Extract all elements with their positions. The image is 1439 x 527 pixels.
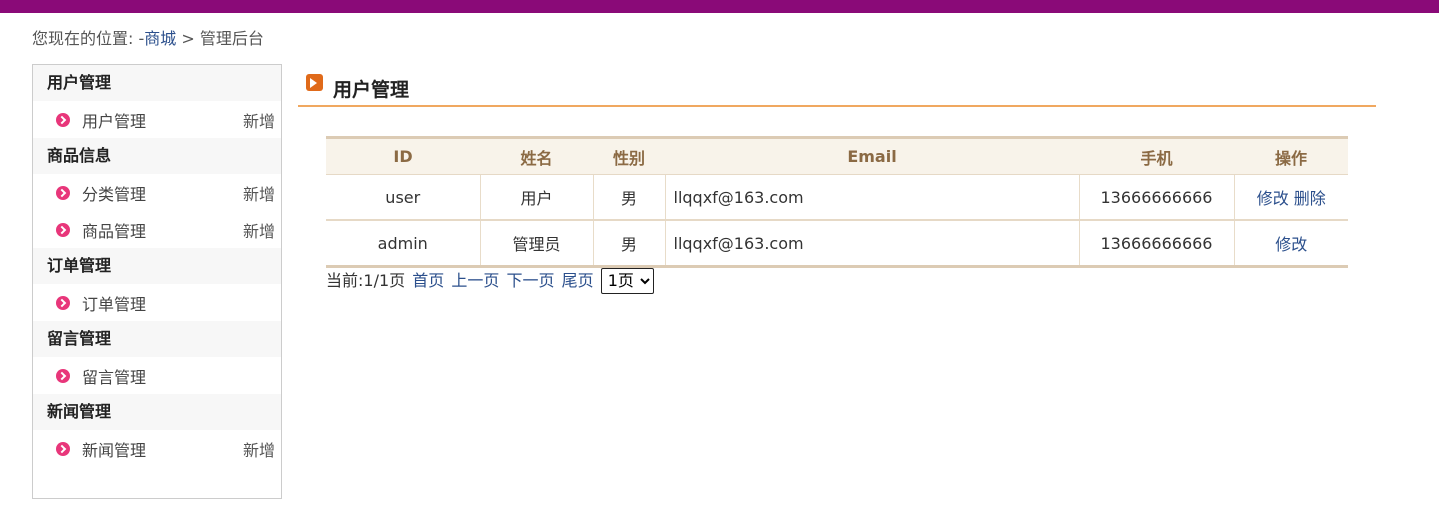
sidebar-group-title: 留言管理 bbox=[33, 321, 281, 357]
column-header-actions: 操作 bbox=[1234, 137, 1348, 175]
cell-name: 用户 bbox=[479, 174, 593, 221]
sidebar: 用户管理 用户管理 新增 商品信息 分类管理 新增 商品管理 新增 订单管理 订… bbox=[32, 64, 282, 499]
page-title: 用户管理 bbox=[333, 79, 410, 101]
add-user-link[interactable]: 新增 bbox=[243, 101, 275, 142]
column-header-phone: 手机 bbox=[1079, 137, 1234, 175]
breadcrumb-current: 管理后台 bbox=[199, 29, 264, 48]
breadcrumb: 您现在的位置: -商城 > 管理后台 bbox=[32, 25, 264, 49]
sidebar-item-label[interactable]: 新闻管理 bbox=[82, 441, 146, 460]
sidebar-group-title: 订单管理 bbox=[33, 248, 281, 284]
sidebar-item-label[interactable]: 留言管理 bbox=[82, 368, 146, 387]
sidebar-item-product-manage: 商品管理 新增 bbox=[33, 211, 281, 248]
cell-id: user bbox=[326, 174, 480, 221]
cell-gender: 男 bbox=[592, 174, 665, 221]
chevron-right-icon bbox=[56, 442, 70, 456]
sidebar-item-label[interactable]: 分类管理 bbox=[82, 185, 146, 204]
add-news-link[interactable]: 新增 bbox=[243, 430, 275, 471]
sidebar-item-user-manage: 用户管理 新增 bbox=[33, 101, 281, 138]
page-status: 当前:1/1页 bbox=[326, 271, 406, 290]
column-header-email: Email bbox=[665, 137, 1079, 175]
column-header-name: 姓名 bbox=[480, 137, 593, 175]
sidebar-group-news: 新闻管理 新闻管理 新增 bbox=[33, 394, 281, 467]
sidebar-item-news-manage: 新闻管理 新增 bbox=[33, 430, 281, 467]
sidebar-item-message-manage: 留言管理 bbox=[33, 357, 281, 394]
chevron-right-icon bbox=[56, 296, 70, 310]
sidebar-group-products: 商品信息 分类管理 新增 商品管理 新增 bbox=[33, 138, 281, 248]
first-page-link[interactable]: 首页 bbox=[412, 271, 444, 290]
delete-link[interactable]: 删除 bbox=[1294, 189, 1326, 208]
cell-phone: 13666666666 bbox=[1078, 220, 1234, 267]
section-header: 用户管理 bbox=[298, 68, 1376, 107]
cell-gender: 男 bbox=[592, 220, 665, 267]
chevron-right-icon bbox=[56, 369, 70, 383]
add-category-link[interactable]: 新增 bbox=[243, 174, 275, 215]
sidebar-group-users: 用户管理 用户管理 新增 bbox=[33, 65, 281, 138]
add-product-link[interactable]: 新增 bbox=[243, 211, 275, 252]
top-bar bbox=[0, 0, 1439, 13]
breadcrumb-prefix: 您现在的位置: - bbox=[32, 29, 145, 48]
sidebar-group-messages: 留言管理 留言管理 bbox=[33, 321, 281, 394]
column-header-id: ID bbox=[326, 137, 480, 175]
sidebar-group-title: 用户管理 bbox=[33, 65, 281, 101]
cell-actions: 修改 bbox=[1233, 220, 1348, 267]
edit-link[interactable]: 修改 bbox=[1275, 235, 1307, 254]
sidebar-item-category-manage: 分类管理 新增 bbox=[33, 174, 281, 211]
chevron-right-icon bbox=[56, 113, 70, 127]
cell-name: 管理员 bbox=[479, 220, 593, 267]
last-page-link[interactable]: 尾页 bbox=[562, 271, 594, 290]
next-page-link[interactable]: 下一页 bbox=[506, 271, 554, 290]
cell-phone: 13666666666 bbox=[1078, 174, 1234, 221]
sidebar-group-title: 商品信息 bbox=[33, 138, 281, 174]
table-row: user 用户 男 llqqxf@163.com 13666666666 修改 … bbox=[326, 174, 1348, 221]
table-row: admin 管理员 男 llqqxf@163.com 13666666666 修… bbox=[326, 220, 1348, 267]
sidebar-group-orders: 订单管理 订单管理 bbox=[33, 248, 281, 321]
cell-actions: 修改 删除 bbox=[1233, 174, 1348, 221]
sidebar-group-title: 新闻管理 bbox=[33, 394, 281, 430]
cell-id: admin bbox=[377, 233, 428, 253]
sidebar-item-label[interactable]: 订单管理 bbox=[82, 295, 146, 314]
arrow-right-icon bbox=[306, 74, 323, 91]
breadcrumb-separator: > bbox=[176, 29, 200, 48]
sidebar-item-label[interactable]: 商品管理 bbox=[82, 222, 146, 241]
cell-email: llqqxf@163.com bbox=[664, 174, 1079, 221]
edit-link[interactable]: 修改 bbox=[1257, 189, 1289, 208]
cell-email: llqqxf@163.com bbox=[664, 220, 1079, 267]
sidebar-item-label[interactable]: 用户管理 bbox=[82, 112, 146, 131]
page-select[interactable]: 1页 bbox=[600, 267, 654, 294]
chevron-right-icon bbox=[56, 223, 70, 237]
chevron-right-icon bbox=[56, 186, 70, 200]
breadcrumb-link-shop[interactable]: 商城 bbox=[144, 29, 176, 48]
sidebar-item-order-manage: 订单管理 bbox=[33, 284, 281, 321]
table-header-row: ID 姓名 性别 Email 手机 操作 bbox=[326, 137, 1348, 175]
column-header-gender: 性别 bbox=[593, 137, 665, 175]
prev-page-link[interactable]: 上一页 bbox=[451, 271, 499, 290]
pagination: 当前:1/1页 首页 上一页 下一页 尾页 1页 bbox=[326, 267, 654, 294]
users-table: ID 姓名 性别 Email 手机 操作 user 用户 男 llqqxf@16… bbox=[326, 136, 1348, 268]
